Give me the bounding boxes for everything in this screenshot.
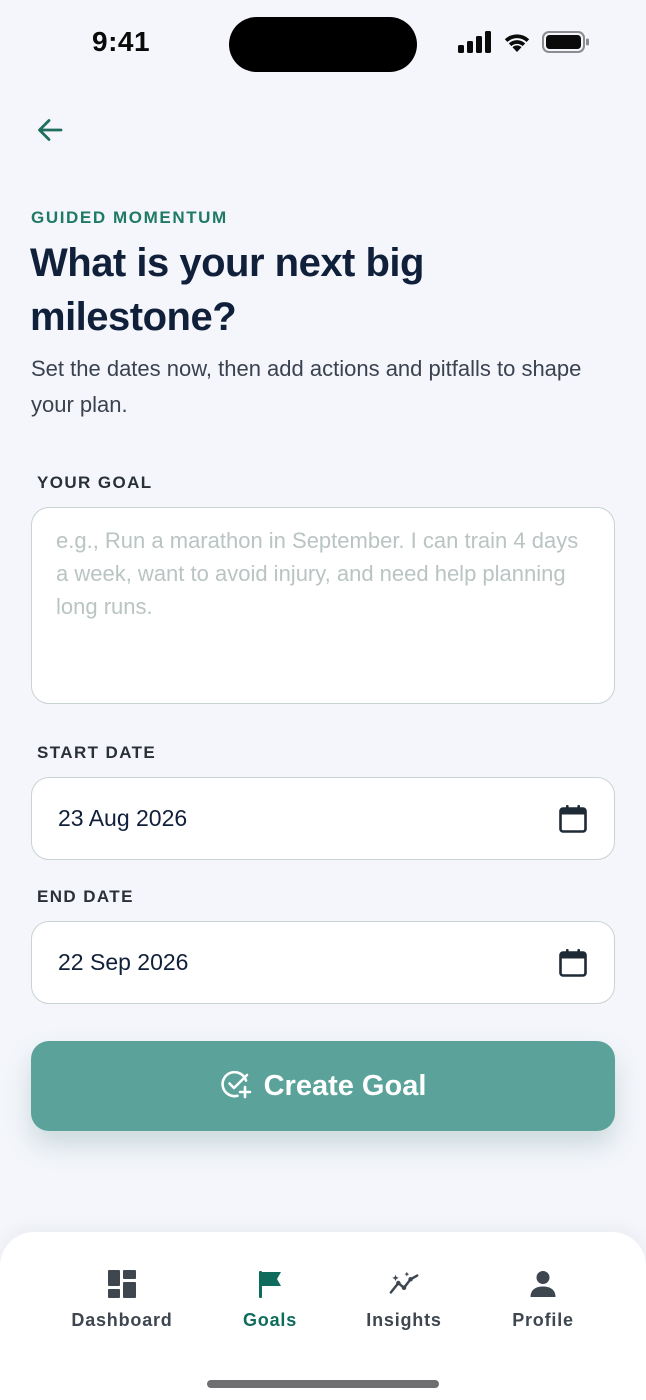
end-date-value: 22 Sep 2026: [58, 949, 189, 975]
create-goal-button-label: Create Goal: [263, 1069, 427, 1102]
end-date-field[interactable]: 22 Sep 2026: [31, 921, 615, 1004]
status-icons: [458, 30, 590, 59]
tab-profile[interactable]: Profile: [473, 1268, 613, 1331]
dynamic-island: [229, 17, 417, 72]
calendar-icon[interactable]: [558, 804, 588, 834]
start-date-value: 23 Aug 2026: [58, 805, 188, 831]
tab-dashboard[interactable]: Dashboard: [52, 1268, 192, 1331]
eyebrow-label: GUIDED MOMENTUM: [31, 208, 228, 227]
flag-icon: [254, 1268, 286, 1300]
bottom-tab-bar: Dashboard Goals Insights Profile: [0, 1232, 646, 1400]
tab-goals[interactable]: Goals: [200, 1268, 340, 1331]
status-time: 9:41: [92, 26, 151, 57]
home-indicator: [207, 1380, 439, 1388]
start-date-field[interactable]: 23 Aug 2026: [31, 777, 615, 860]
dashboard-icon: [106, 1268, 138, 1300]
page-subtitle: Set the dates now, then add actions and …: [31, 356, 582, 417]
start-date-label: START DATE: [37, 743, 157, 762]
battery-icon: [542, 30, 590, 59]
wifi-icon: [502, 31, 532, 58]
calendar-icon[interactable]: [558, 948, 588, 978]
goal-input[interactable]: [31, 507, 615, 704]
tab-insights-label: Insights: [366, 1310, 442, 1330]
person-icon: [527, 1268, 559, 1300]
page-title: What is your next big milestone?: [30, 241, 424, 339]
tab-profile-label: Profile: [512, 1310, 574, 1330]
back-button[interactable]: [30, 112, 70, 152]
arrow-left-icon: [35, 115, 65, 150]
check-circle-plus-icon: [220, 1068, 252, 1105]
tab-insights[interactable]: Insights: [334, 1268, 474, 1331]
tab-goals-label: Goals: [242, 1310, 298, 1330]
status-bar: 9:41: [0, 0, 646, 90]
cellular-signal-icon: [458, 31, 492, 58]
insights-icon: [388, 1268, 420, 1300]
create-goal-button[interactable]: Create Goal: [31, 1041, 615, 1131]
goal-field-label: YOUR GOAL: [37, 473, 153, 492]
tab-dashboard-label: Dashboard: [71, 1310, 173, 1330]
end-date-label: END DATE: [37, 887, 134, 906]
